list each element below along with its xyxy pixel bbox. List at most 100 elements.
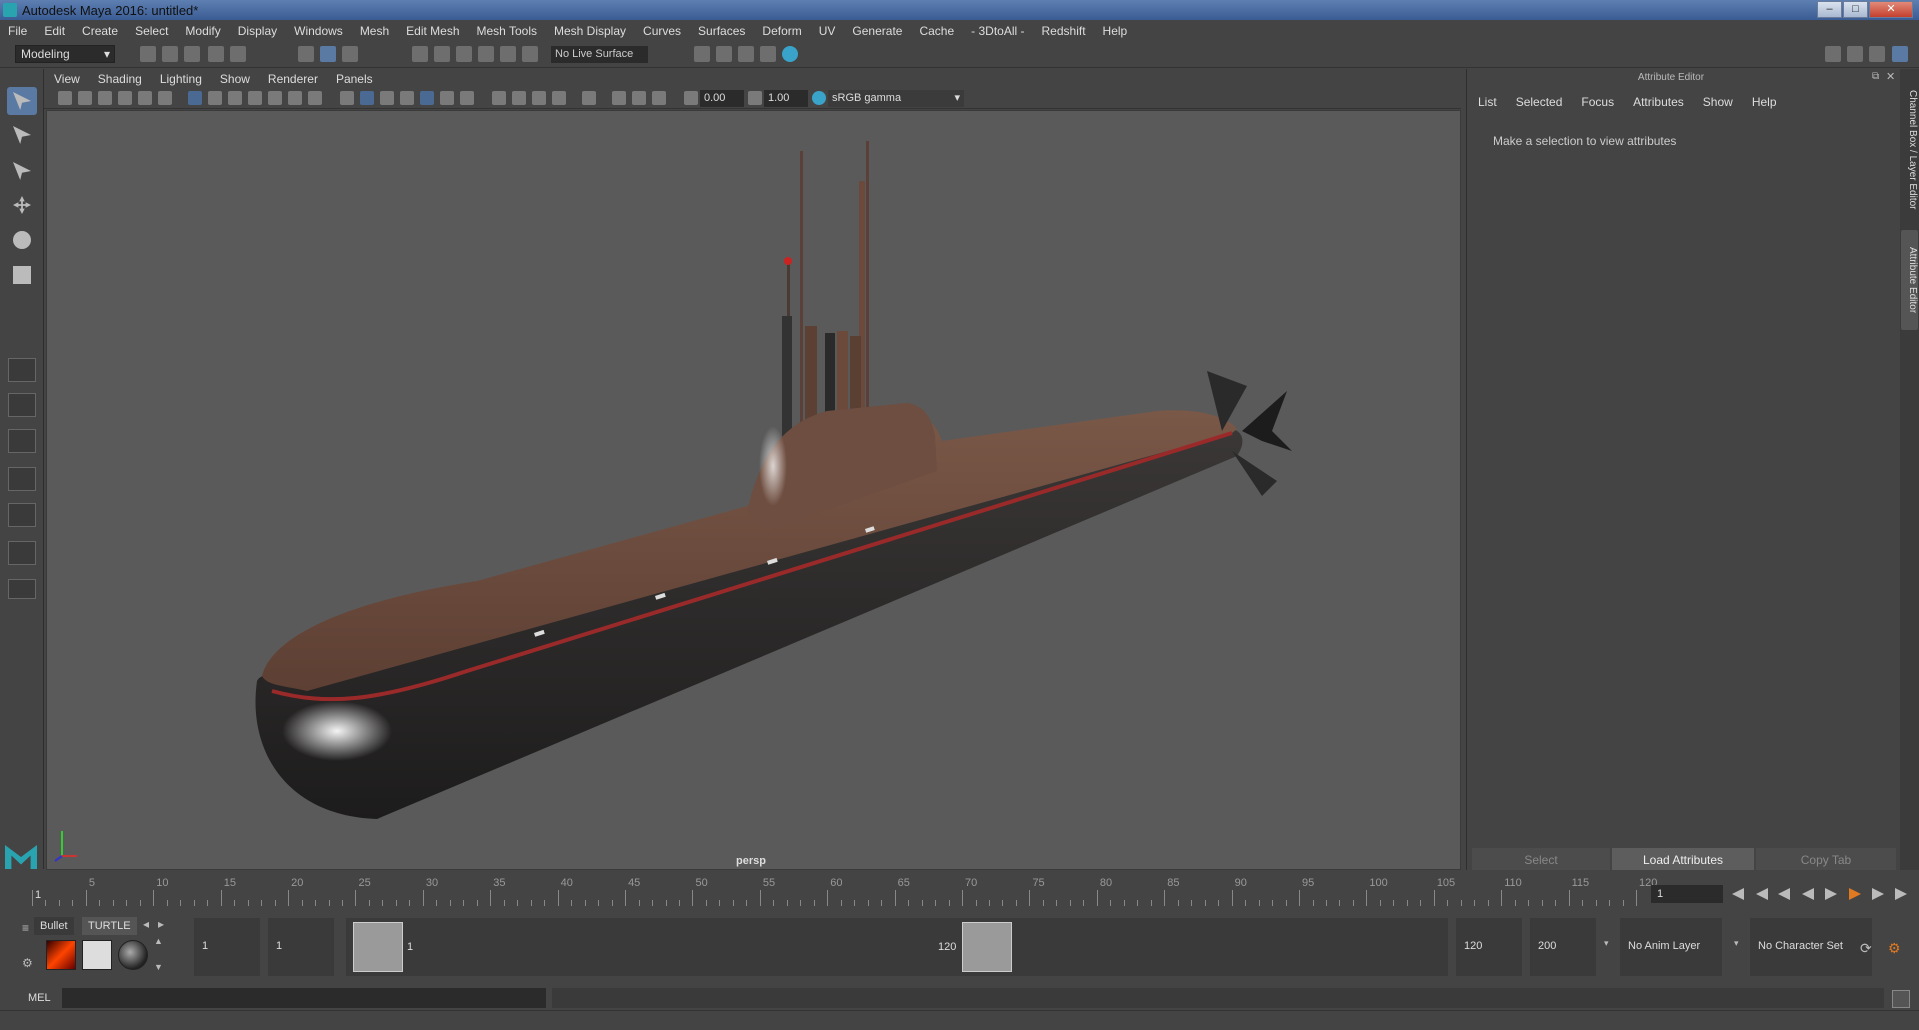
shelf-down-icon[interactable]: ▼	[154, 962, 163, 972]
new-scene-icon[interactable]	[140, 46, 156, 62]
turtle-render-icon[interactable]	[46, 940, 76, 970]
xray-icon[interactable]	[612, 91, 626, 105]
select-button[interactable]: Select	[1472, 848, 1610, 872]
auto-key-icon[interactable]: ⟳	[1860, 940, 1872, 957]
minimize-icon[interactable]: –	[1817, 1, 1842, 18]
menu-mesh[interactable]: Mesh	[360, 24, 389, 38]
menu-3dtoall[interactable]: - 3DtoAll -	[971, 24, 1024, 38]
script-editor-icon[interactable]	[1892, 990, 1910, 1008]
lasso-tool-icon[interactable]	[7, 121, 37, 149]
float-panel-icon[interactable]: ⧉	[1872, 71, 1879, 82]
scale-tool-icon[interactable]	[7, 261, 37, 289]
tool-settings-icon[interactable]	[1869, 46, 1885, 62]
undo-icon[interactable]	[208, 46, 224, 62]
custom-layout-icon[interactable]	[8, 579, 36, 599]
mel-input[interactable]	[62, 988, 546, 1008]
snap-grid-icon[interactable]	[412, 46, 428, 62]
menu-generate[interactable]: Generate	[852, 24, 902, 38]
menu-file[interactable]: File	[8, 24, 27, 38]
snap-view-plane-icon[interactable]	[478, 46, 494, 62]
channel-box-toggle-icon[interactable]	[1892, 46, 1908, 62]
maximize-icon[interactable]: □	[1843, 1, 1868, 18]
menu-help[interactable]: Help	[1103, 24, 1128, 38]
menu-cache[interactable]: Cache	[919, 24, 954, 38]
turtle-surface-icon[interactable]	[118, 940, 148, 970]
viewport-menu-view[interactable]: View	[54, 72, 80, 86]
turtle-bake-icon[interactable]	[82, 940, 112, 970]
bookmark-icon[interactable]	[98, 91, 112, 105]
menu-modify[interactable]: Modify	[185, 24, 220, 38]
color-management-icon[interactable]	[812, 91, 826, 105]
color-space-dropdown[interactable]: sRGB gamma ▾	[828, 90, 964, 107]
menu-mesh-tools[interactable]: Mesh Tools	[477, 24, 537, 38]
menu-windows[interactable]: Windows	[294, 24, 343, 38]
tab-bullet[interactable]: Bullet	[34, 917, 74, 935]
viewport-menu-panels[interactable]: Panels	[336, 72, 373, 86]
modeling-toolkit-icon[interactable]	[1825, 46, 1841, 62]
smooth-shade-icon[interactable]	[360, 91, 374, 105]
motion-blur-icon[interactable]	[512, 91, 526, 105]
snap-surface-icon[interactable]	[500, 46, 516, 62]
gamma-icon[interactable]	[748, 91, 762, 105]
animation-start-field[interactable]: 1	[194, 918, 260, 976]
image-plane-icon[interactable]	[118, 91, 132, 105]
range-end-handle[interactable]	[962, 922, 1012, 972]
camera-select-icon[interactable]	[58, 91, 72, 105]
select-by-hierarchy-icon[interactable]	[298, 46, 314, 62]
menu-uv[interactable]: UV	[819, 24, 836, 38]
exposure-icon[interactable]	[684, 91, 698, 105]
persp-hypershade-layout-icon[interactable]	[8, 503, 36, 527]
render-settings-icon[interactable]	[760, 46, 776, 62]
tab-channel-box[interactable]: Channel Box / Layer Editor	[1901, 80, 1918, 220]
render-frame-icon[interactable]	[716, 46, 732, 62]
copy-tab-button[interactable]: Copy Tab	[1756, 848, 1896, 872]
isolate-select-icon[interactable]	[582, 91, 596, 105]
move-tool-icon[interactable]	[7, 191, 37, 219]
four-view-layout-icon[interactable]	[8, 393, 36, 417]
grease-pencil-icon[interactable]	[138, 91, 152, 105]
menu-create[interactable]: Create	[82, 24, 118, 38]
chevron-down-icon[interactable]: ▾	[1604, 938, 1609, 949]
ae-menu-selected[interactable]: Selected	[1516, 95, 1563, 109]
single-perspective-view-icon[interactable]	[8, 358, 36, 382]
menu-display[interactable]: Display	[238, 24, 277, 38]
mode-selector[interactable]: Modeling ▾	[15, 45, 115, 63]
tab-turtle[interactable]: TURTLE	[82, 917, 137, 935]
ae-menu-show[interactable]: Show	[1703, 95, 1733, 109]
menu-redshift[interactable]: Redshift	[1042, 24, 1086, 38]
use-all-lights-icon[interactable]	[440, 91, 454, 105]
snap-curve-icon[interactable]	[434, 46, 450, 62]
redo-icon[interactable]	[230, 46, 246, 62]
ae-menu-focus[interactable]: Focus	[1581, 95, 1614, 109]
menu-select[interactable]: Select	[135, 24, 168, 38]
anim-layer-dropdown[interactable]: No Anim Layer	[1620, 918, 1722, 976]
menu-mesh-display[interactable]: Mesh Display	[554, 24, 626, 38]
viewport-menu-show[interactable]: Show	[220, 72, 250, 86]
depth-of-field-icon[interactable]	[552, 91, 566, 105]
animation-preferences-icon[interactable]: ⚙	[1888, 940, 1901, 957]
chevron-down-icon[interactable]: ▾	[1734, 938, 1739, 949]
resolution-gate-icon[interactable]	[228, 91, 242, 105]
menu-edit-mesh[interactable]: Edit Mesh	[406, 24, 459, 38]
ipr-render-icon[interactable]	[738, 46, 754, 62]
shelf-up-icon[interactable]: ▲	[154, 936, 163, 946]
make-live-icon[interactable]	[522, 46, 538, 62]
hypershade-icon[interactable]	[782, 46, 798, 62]
ae-menu-list[interactable]: List	[1478, 95, 1497, 109]
viewport-menu-lighting[interactable]: Lighting	[160, 72, 202, 86]
menu-deform[interactable]: Deform	[762, 24, 801, 38]
render-view-icon[interactable]	[694, 46, 710, 62]
xray-components-icon[interactable]	[652, 91, 666, 105]
default-material-icon[interactable]	[380, 91, 394, 105]
rotate-tool-icon[interactable]	[7, 226, 37, 254]
range-start-handle[interactable]	[353, 922, 403, 972]
attribute-editor-toggle-icon[interactable]	[1847, 46, 1863, 62]
shelf-scroll-right-icon[interactable]: ▸	[158, 917, 164, 931]
textured-icon[interactable]	[420, 91, 434, 105]
load-attributes-button[interactable]: Load Attributes	[1612, 848, 1754, 872]
ae-menu-attributes[interactable]: Attributes	[1633, 95, 1684, 109]
safe-action-icon[interactable]	[288, 91, 302, 105]
paint-select-tool-icon[interactable]	[7, 157, 37, 185]
wireframe-icon[interactable]	[340, 91, 354, 105]
close-icon[interactable]: ✕	[1869, 1, 1913, 18]
